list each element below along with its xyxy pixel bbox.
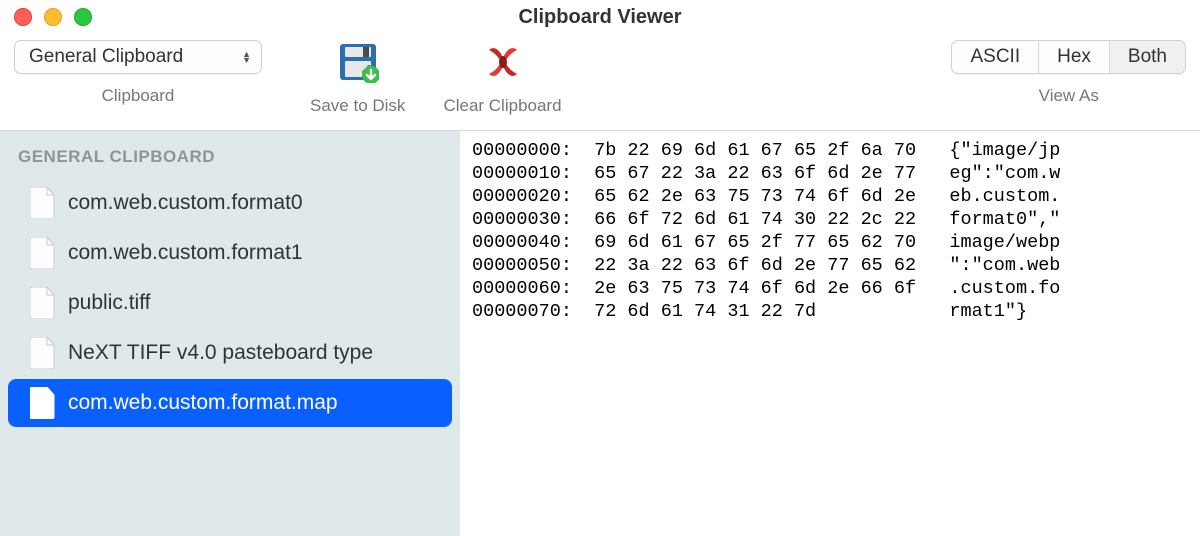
clipboard-select[interactable]: General Clipboard ▲▼ [14, 40, 262, 74]
main-body: GENERAL CLIPBOARD com.web.custom.format0… [0, 130, 1200, 536]
save-to-disk-group: Save to Disk [310, 40, 405, 116]
view-both-button[interactable]: Both [1110, 41, 1185, 73]
sidebar-item-label: com.web.custom.format.map [68, 391, 338, 415]
document-icon [30, 337, 56, 369]
clear-clipboard-group: Clear Clipboard [443, 40, 561, 116]
view-as-group: ASCII Hex Both View As [951, 40, 1186, 106]
view-ascii-button[interactable]: ASCII [952, 41, 1039, 73]
save-to-disk-button[interactable] [336, 40, 380, 84]
toolbar: General Clipboard ▲▼ Clipboard Sa [0, 34, 1200, 130]
document-icon [30, 287, 56, 319]
content-pane: 00000000: 7b 22 69 6d 61 67 65 2f 6a 70 … [460, 131, 1200, 536]
sidebar-item-label: public.tiff [68, 291, 151, 315]
window-title: Clipboard Viewer [0, 6, 1200, 29]
clipboard-label: Clipboard [102, 86, 175, 106]
window: Clipboard Viewer General Clipboard ▲▼ Cl… [0, 0, 1200, 536]
titlebar: Clipboard Viewer [0, 0, 1200, 34]
chevron-updown-icon: ▲▼ [242, 51, 251, 63]
sidebar-item-next-tiff[interactable]: NeXT TIFF v4.0 pasteboard type [8, 329, 452, 377]
floppy-disk-icon [337, 41, 379, 83]
sidebar-item-public-tiff[interactable]: public.tiff [8, 279, 452, 327]
sidebar-item-label: com.web.custom.format1 [68, 241, 303, 265]
save-label: Save to Disk [310, 96, 405, 116]
sidebar-header: GENERAL CLIPBOARD [0, 141, 460, 177]
sidebar-item-format-map[interactable]: com.web.custom.format.map [8, 379, 452, 427]
sidebar-item-label: com.web.custom.format0 [68, 191, 303, 215]
view-hex-button[interactable]: Hex [1039, 41, 1110, 73]
clipboard-selector-group: General Clipboard ▲▼ Clipboard [14, 40, 262, 106]
delete-x-icon [483, 42, 523, 82]
sidebar: GENERAL CLIPBOARD com.web.custom.format0… [0, 131, 460, 536]
sidebar-item-label: NeXT TIFF v4.0 pasteboard type [68, 341, 373, 365]
document-icon [30, 237, 56, 269]
sidebar-item-format0[interactable]: com.web.custom.format0 [8, 179, 452, 227]
clipboard-select-value: General Clipboard [29, 46, 183, 68]
clear-clipboard-button[interactable] [481, 40, 525, 84]
clear-label: Clear Clipboard [443, 96, 561, 116]
view-as-segmented: ASCII Hex Both [951, 40, 1186, 74]
sidebar-item-format1[interactable]: com.web.custom.format1 [8, 229, 452, 277]
view-as-label: View As [1039, 86, 1099, 106]
document-icon [30, 187, 56, 219]
document-icon [30, 387, 56, 419]
hexdump-output: 00000000: 7b 22 69 6d 61 67 65 2f 6a 70 … [472, 139, 1188, 323]
